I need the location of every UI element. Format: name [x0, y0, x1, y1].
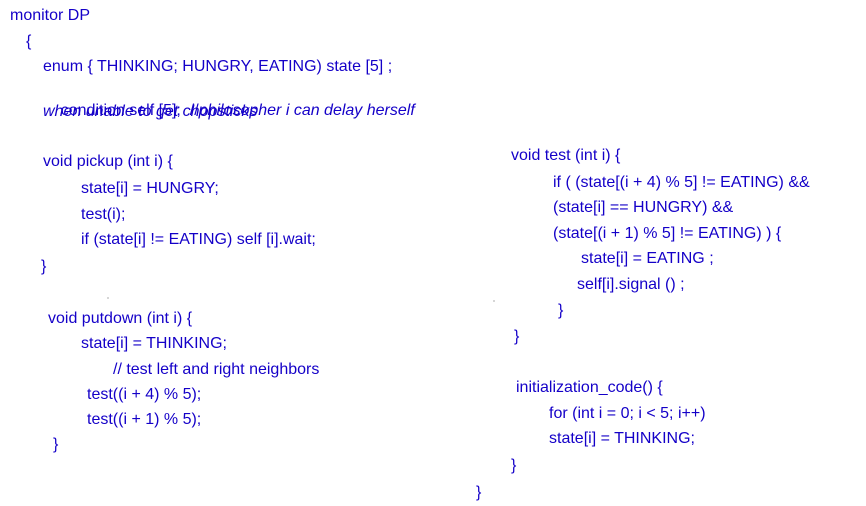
putdown-line-1: state[i] = THINKING;: [81, 335, 227, 352]
test-signature: void test (int i) {: [511, 147, 621, 164]
test-body-2: self[i].signal () ;: [577, 276, 685, 293]
pickup-close-brace: }: [41, 258, 47, 275]
init-signature: initialization_code() {: [516, 379, 663, 396]
putdown-signature: void putdown (int i) {: [48, 310, 193, 327]
pickup-line-1: state[i] = HUNGRY;: [81, 180, 219, 197]
condition-comment-continued: when unable to get chopsticks: [43, 103, 258, 120]
pickup-line-2: test(i);: [81, 206, 126, 223]
pickup-signature: void pickup (int i) {: [43, 153, 173, 170]
artifact-dot: [107, 297, 109, 299]
pickup-line-3: if (state[i] != EATING) self [i].wait;: [81, 231, 316, 248]
test-condition-2: (state[i] == HUNGRY) &&: [553, 199, 734, 216]
test-body-1: state[i] = EATING ;: [581, 250, 714, 267]
putdown-comment: // test left and right neighbors: [113, 361, 320, 378]
enum-declaration: enum { THINKING; HUNGRY, EATING) state […: [43, 58, 393, 75]
putdown-line-3: test((i + 1) % 5);: [87, 411, 202, 428]
init-line-2: state[i] = THINKING;: [549, 430, 695, 447]
test-condition-3: (state[(i + 1) % 5] != EATING) ) {: [553, 225, 782, 242]
test-inner-close-brace: }: [558, 302, 564, 319]
monitor-close-brace: }: [476, 484, 482, 501]
monitor-open-brace: {: [26, 33, 32, 50]
artifact-dot: [493, 300, 495, 302]
test-close-brace: }: [514, 328, 520, 345]
test-condition-1: if ( (state[(i + 4) % 5] != EATING) &&: [553, 174, 810, 191]
init-line-1: for (int i = 0; i < 5; i++): [549, 405, 706, 422]
putdown-close-brace: }: [53, 436, 59, 453]
monitor-header: monitor DP: [10, 7, 91, 24]
putdown-line-2: test((i + 4) % 5);: [87, 386, 202, 403]
init-close-brace: }: [511, 457, 517, 474]
